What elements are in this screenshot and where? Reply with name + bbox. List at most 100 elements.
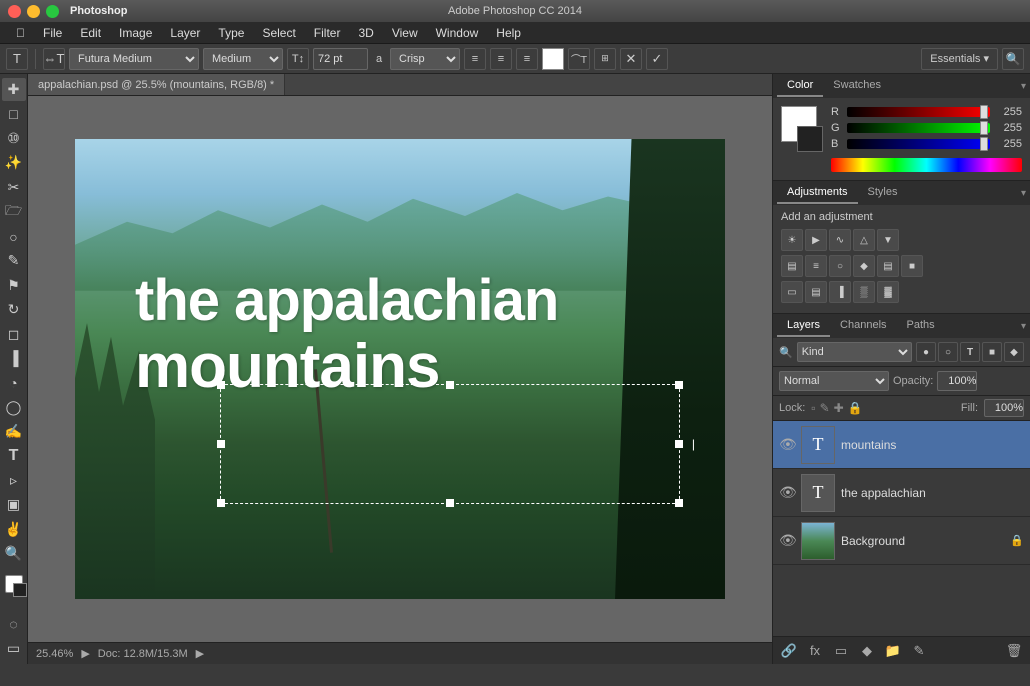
menu-file[interactable]: File [35,24,70,42]
cancel-button[interactable]: ✕ [620,48,642,70]
blend-mode-select[interactable]: Normal [779,371,889,391]
adjustment-layer-button[interactable]: ◆ [857,641,877,661]
new-layer-button[interactable]: ✎ [909,641,929,661]
font-style-select[interactable]: Medium [203,48,283,70]
layer-item-background[interactable]: 👁 Background 🔒 [773,517,1030,565]
adj-posterize[interactable]: ▤ [805,281,827,303]
menu-type[interactable]: Type [210,24,252,42]
lock-position-icon[interactable]: ✚ [834,401,844,415]
layer-item-mountains[interactable]: 👁 T mountains [773,421,1030,469]
traffic-lights[interactable] [8,5,59,18]
text-orientation-button[interactable]: ⇔T [43,48,65,70]
adj-panel-collapse[interactable]: ▾ [1021,188,1026,199]
layer-effects-button[interactable]: fx [805,641,825,661]
align-center-button[interactable]: ≡ [490,48,512,70]
magic-wand-tool[interactable]: ✨ [2,151,26,174]
lock-pixels-icon[interactable]: ✎ [820,401,830,415]
delete-layer-button[interactable]: 🗑 [1004,641,1024,661]
tab-layers[interactable]: Layers [777,315,830,337]
visibility-eye-background[interactable]: 👁 [779,532,795,549]
char-panel-button[interactable]: ⊞ [594,48,616,70]
menu-edit[interactable]: Edit [72,24,109,42]
menu-filter[interactable]: Filter [306,24,349,42]
canvas-wrapper[interactable]: the appalachian mountains | [28,96,772,642]
menu-3d[interactable]: 3D [350,24,381,42]
text-color-swatch[interactable] [542,48,564,70]
lasso-tool[interactable]: ⑩ [2,127,26,150]
adj-hue-sat[interactable]: ▤ [781,255,803,277]
tool-mode-button[interactable]: T [6,48,28,70]
foreground-color[interactable] [5,575,23,593]
minimize-button[interactable] [27,5,40,18]
pixel-filter-btn[interactable]: ● [916,342,936,362]
color-panel-collapse[interactable]: ▾ [1021,81,1026,92]
adj-gradient-map[interactable]: ▒ [853,281,875,303]
visibility-eye-mountains[interactable]: 👁 [779,436,795,453]
close-button[interactable] [8,5,21,18]
move-tool[interactable]: ✚ [2,78,26,101]
adj-selective-color[interactable]: ▓ [877,281,899,303]
tab-paths[interactable]: Paths [897,315,945,337]
tab-styles[interactable]: Styles [858,182,908,204]
quick-mask-button[interactable]: ◌ [2,612,26,635]
zoom-tool[interactable]: 🔍 [2,542,26,565]
pen-tool[interactable]: ✍ [2,420,26,443]
adj-threshold[interactable]: ▐ [829,281,851,303]
color-spectrum[interactable] [831,158,1022,172]
lock-all-icon[interactable]: 🔒 [848,401,863,415]
fill-input[interactable] [984,399,1024,417]
apple-menu[interactable]:  [8,24,33,42]
gradient-tool[interactable]: ▐ [2,347,26,370]
smart-filter-btn[interactable]: ◆ [1004,342,1024,362]
type-filter-btn[interactable]: T [960,342,980,362]
r-slider[interactable] [847,107,990,117]
layer-mask-button[interactable]: ▭ [831,641,851,661]
eyedropper-tool[interactable]: 🗁 [2,200,26,224]
layer-item-appalachian[interactable]: 👁 T the appalachian [773,469,1030,517]
history-brush-tool[interactable]: ↻ [2,298,26,321]
adj-vibrance[interactable]: ▼ [877,229,899,251]
font-size-input[interactable] [313,48,368,70]
menu-layer[interactable]: Layer [162,24,208,42]
tab-channels[interactable]: Channels [830,315,896,337]
adj-levels[interactable]: ▶ [805,229,827,251]
font-family-select[interactable]: Futura Medium [69,48,199,70]
adj-curves[interactable]: ∿ [829,229,851,251]
align-left-button[interactable]: ≡ [464,48,486,70]
essentials-button[interactable]: Essentials ▾ [921,48,998,70]
path-tool[interactable]: ▹ [2,469,26,492]
menu-view[interactable]: View [384,24,426,42]
hand-tool[interactable]: ✌ [2,517,26,540]
kind-filter-select[interactable]: Kind [797,342,912,362]
adj-color-lookup[interactable]: ■ [901,255,923,277]
link-layers-button[interactable]: 🔗 [779,641,799,661]
adj-color-balance[interactable]: ≡ [805,255,827,277]
selection-tool[interactable]: □ [2,102,26,125]
lock-transparent-icon[interactable]: ▫ [811,401,815,415]
group-layers-button[interactable]: 📁 [883,641,903,661]
tab-color[interactable]: Color [777,75,823,97]
g-slider[interactable] [847,123,990,133]
crop-tool[interactable]: ✂ [2,176,26,199]
visibility-eye-appalachian[interactable]: 👁 [779,484,795,501]
adj-invert[interactable]: ▭ [781,281,803,303]
anti-alias-select[interactable]: Crisp [390,48,460,70]
maximize-button[interactable] [46,5,59,18]
layers-panel-collapse[interactable]: ▾ [1021,321,1026,332]
adj-brightness[interactable]: ☀ [781,229,803,251]
shape-filter-btn[interactable]: ■ [982,342,1002,362]
clone-stamp-tool[interactable]: ⚑ [2,274,26,297]
menu-help[interactable]: Help [488,24,529,42]
menu-image[interactable]: Image [111,24,160,42]
dodge-tool[interactable]: ◯ [2,396,26,419]
blur-tool[interactable]: ◔ [2,371,26,394]
adj-channel-mixer[interactable]: ▤ [877,255,899,277]
eraser-tool[interactable]: ◻ [2,322,26,345]
opacity-input[interactable] [937,371,977,391]
b-slider[interactable] [847,139,990,149]
align-right-button[interactable]: ≡ [516,48,538,70]
adjustment-filter-btn[interactable]: ○ [938,342,958,362]
commit-button[interactable]: ✓ [646,48,668,70]
spot-heal-tool[interactable]: ○ [2,225,26,248]
menu-window[interactable]: Window [428,24,487,42]
